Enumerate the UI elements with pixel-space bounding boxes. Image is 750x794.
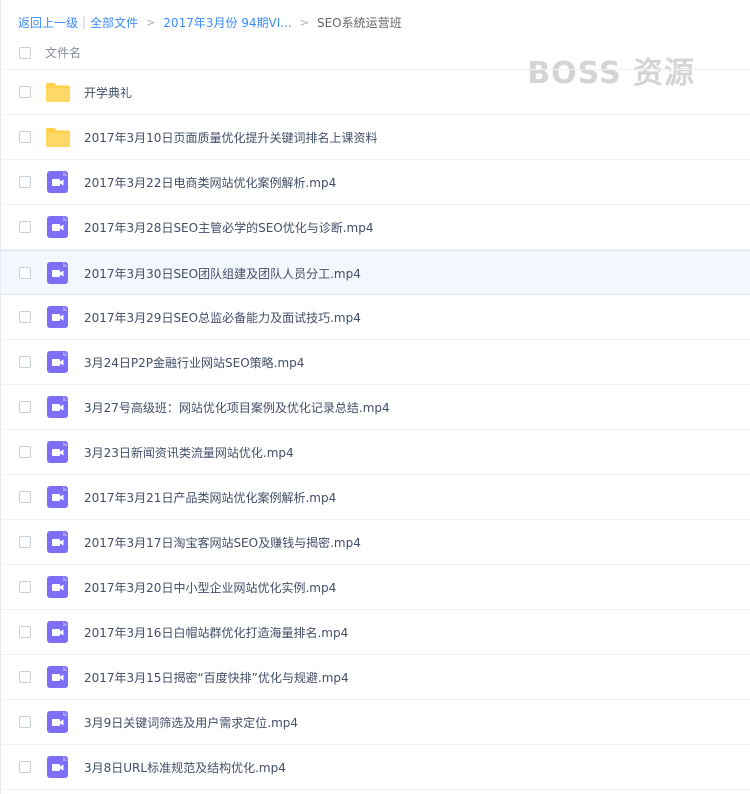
video-file-icon[interactable] xyxy=(45,216,71,238)
breadcrumb-folder-link[interactable]: 2017年3月份 94期VI... xyxy=(163,14,291,31)
file-row[interactable]: 3月24日P2P金融行业网站SEO策略.mp4 xyxy=(1,340,750,385)
row-checkbox[interactable] xyxy=(19,311,31,323)
row-checkbox[interactable] xyxy=(19,761,31,773)
file-name-link[interactable]: 2017年3月22日电商类网站优化案例解析.mp4 xyxy=(84,174,336,191)
file-row[interactable]: 3月9日关键词筛选及用户需求定位.mp4 xyxy=(1,700,750,745)
row-checkbox[interactable] xyxy=(19,491,31,503)
video-file-icon[interactable] xyxy=(45,351,71,373)
video-file-icon[interactable] xyxy=(45,576,71,598)
file-list-panel: 返回上一级 | 全部文件 > 2017年3月份 94期VI... > SEO系统… xyxy=(0,0,750,794)
file-name-link[interactable]: 3月24日P2P金融行业网站SEO策略.mp4 xyxy=(84,354,304,371)
file-name-link[interactable]: 2017年3月30日SEO团队组建及团队人员分工.mp4 xyxy=(84,265,361,282)
file-row[interactable]: 2017年3月29日SEO总监必备能力及面试技巧.mp4 xyxy=(1,295,750,340)
row-checkbox[interactable] xyxy=(19,221,31,233)
video-file-icon[interactable] xyxy=(45,531,71,553)
video-file-icon[interactable] xyxy=(45,711,71,733)
file-name-link[interactable]: 2017年3月29日SEO总监必备能力及面试技巧.mp4 xyxy=(84,309,361,326)
video-file-icon[interactable] xyxy=(45,306,71,328)
row-checkbox[interactable] xyxy=(19,86,31,98)
breadcrumb-current: SEO系统运营班 xyxy=(316,15,402,30)
file-row[interactable]: 开学典礼 xyxy=(1,70,750,115)
file-row[interactable]: 2017年3月21日产品类网站优化案例解析.mp4 xyxy=(1,475,750,520)
breadcrumb-separator: | xyxy=(82,15,87,29)
row-checkbox[interactable] xyxy=(19,176,31,188)
file-row[interactable]: 2017年3月15日揭密“百度快排”优化与规避.mp4 xyxy=(1,655,750,700)
video-file-icon[interactable] xyxy=(45,756,71,778)
file-name-link[interactable]: 3月9日关键词筛选及用户需求定位.mp4 xyxy=(84,714,298,731)
folder-icon[interactable] xyxy=(45,81,71,103)
row-checkbox[interactable] xyxy=(19,626,31,638)
file-row[interactable]: 3月23日新闻资讯类流量网站优化.mp4 xyxy=(1,430,750,475)
file-row[interactable]: 3月8日URL标准规范及结构优化.mp4 xyxy=(1,745,750,790)
file-name-link[interactable]: 2017年3月10日页面质量优化提升关键词排名上课资料 xyxy=(84,129,377,146)
row-checkbox[interactable] xyxy=(19,536,31,548)
row-checkbox[interactable] xyxy=(19,267,31,279)
video-file-icon[interactable] xyxy=(45,262,71,284)
folder-icon[interactable] xyxy=(45,126,71,148)
column-header-filename[interactable]: 文件名 xyxy=(45,44,81,61)
file-name-link[interactable]: 2017年3月16日白帽站群优化打造海量排名.mp4 xyxy=(84,624,348,641)
video-file-icon[interactable] xyxy=(45,441,71,463)
row-checkbox[interactable] xyxy=(19,446,31,458)
file-row[interactable]: 2017年3月17日淘宝客网站SEO及赚钱与揭密.mp4 xyxy=(1,520,750,565)
row-checkbox[interactable] xyxy=(19,131,31,143)
video-file-icon[interactable] xyxy=(45,396,71,418)
row-checkbox[interactable] xyxy=(19,356,31,368)
file-row[interactable]: 2017年3月20日中小型企业网站优化实例.mp4 xyxy=(1,565,750,610)
file-name-link[interactable]: 3月23日新闻资讯类流量网站优化.mp4 xyxy=(84,444,294,461)
file-name-link[interactable]: 2017年3月21日产品类网站优化案例解析.mp4 xyxy=(84,489,336,506)
video-file-icon[interactable] xyxy=(45,621,71,643)
list-header: 文件名 xyxy=(1,35,750,70)
video-file-icon[interactable] xyxy=(45,486,71,508)
breadcrumb-arrow: > xyxy=(146,15,156,29)
select-all-checkbox[interactable] xyxy=(19,47,31,59)
file-name-link[interactable]: 3月27号高级班：网站优化项目案例及优化记录总结.mp4 xyxy=(84,399,390,416)
row-checkbox[interactable] xyxy=(19,671,31,683)
file-row[interactable]: 2017年3月30日SEO团队组建及团队人员分工.mp4 xyxy=(1,250,750,295)
file-row[interactable]: 3月27号高级班：网站优化项目案例及优化记录总结.mp4 xyxy=(1,385,750,430)
row-checkbox[interactable] xyxy=(19,581,31,593)
file-row[interactable]: 2017年3月22日电商类网站优化案例解析.mp4 xyxy=(1,160,750,205)
breadcrumb-arrow: > xyxy=(299,15,309,29)
file-row[interactable]: 2017年3月16日白帽站群优化打造海量排名.mp4 xyxy=(1,610,750,655)
row-checkbox[interactable] xyxy=(19,716,31,728)
file-name-link[interactable]: 3月8日URL标准规范及结构优化.mp4 xyxy=(84,759,286,776)
video-file-icon[interactable] xyxy=(45,171,71,193)
breadcrumb: 返回上一级 | 全部文件 > 2017年3月份 94期VI... > SEO系统… xyxy=(18,13,402,31)
breadcrumb-back-link[interactable]: 返回上一级 xyxy=(18,14,78,31)
file-row[interactable]: 2017年3月28日SEO主管必学的SEO优化与诊断.mp4 xyxy=(1,205,750,250)
row-checkbox[interactable] xyxy=(19,401,31,413)
file-name-link[interactable]: 2017年3月28日SEO主管必学的SEO优化与诊断.mp4 xyxy=(84,219,374,236)
file-list: 开学典礼 2017年3月10日页面质量优化提升关键词排名上课资料 2017年3月22… xyxy=(1,70,750,790)
file-name-link[interactable]: 2017年3月15日揭密“百度快排”优化与规避.mp4 xyxy=(84,669,349,686)
file-name-link[interactable]: 2017年3月20日中小型企业网站优化实例.mp4 xyxy=(84,579,336,596)
file-name-link[interactable]: 开学典礼 xyxy=(84,84,132,101)
breadcrumb-all-files-link[interactable]: 全部文件 xyxy=(90,14,138,31)
file-row[interactable]: 2017年3月10日页面质量优化提升关键词排名上课资料 xyxy=(1,115,750,160)
video-file-icon[interactable] xyxy=(45,666,71,688)
file-name-link[interactable]: 2017年3月17日淘宝客网站SEO及赚钱与揭密.mp4 xyxy=(84,534,361,551)
